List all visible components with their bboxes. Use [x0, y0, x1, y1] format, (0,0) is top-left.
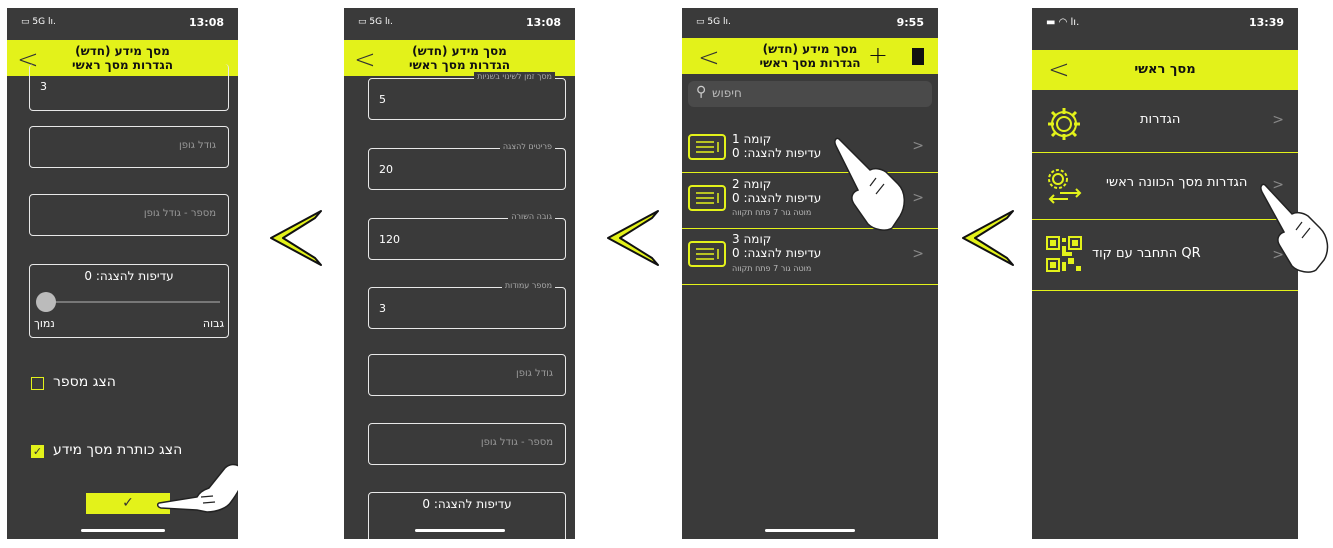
slider-low-label: נמוך: [34, 317, 55, 330]
slider-thumb[interactable]: [36, 292, 56, 312]
carrier-label: ▭ 5G lı.: [696, 17, 731, 27]
field-number-font-size[interactable]: מספר - גודל גופן: [29, 194, 229, 236]
pointing-hand-icon: [834, 137, 905, 231]
header-subtitle: הגדרות מסך ראשי: [409, 58, 510, 72]
chevron-right-icon: >: [912, 190, 924, 206]
list-item[interactable]: קומה 3 עדיפות להצגה: 0 מוטה גור 7 פתח תק…: [682, 229, 938, 285]
clock: 9:55: [896, 16, 924, 29]
step-arrow-icon: [607, 210, 659, 266]
home-indicator: [414, 529, 505, 532]
field-columns[interactable]: 3: [29, 64, 229, 111]
item-address: מוטה גור 7 פתח תקווה: [732, 208, 812, 217]
item-subtitle: עדיפות להצגה: 0: [732, 146, 822, 160]
field-change-time[interactable]: מסך זמן לשינוי בשניות 5: [368, 72, 566, 120]
status-bar: ▭ 5G lı. 13:08: [344, 8, 575, 38]
checkbox-show-number-row[interactable]: הצג מספר: [31, 374, 211, 394]
chevron-right-icon: >: [912, 138, 924, 154]
phone-screen-settings-top: ▭ 5G lı. 13:08 < מסך מידע (חדש) הגדרות מ…: [344, 8, 575, 539]
priority-label: עדיפות להצגה: 0: [422, 497, 512, 511]
phone-screen-settings-bottom: ▭ 5G lı. 13:08 < מסך מידע (חדש) הגדרות מ…: [7, 8, 238, 539]
header-title: מסך מידע (חדש): [762, 42, 858, 56]
carrier-label: ▭ 5G lı.: [358, 17, 393, 27]
display-screen-icon: [688, 241, 726, 267]
field-font-size[interactable]: גודל גופן: [29, 126, 229, 168]
item-subtitle: עדיפות להצגה: 0: [732, 191, 822, 205]
header-bar: < מסך מידע (חדש) הגדרות מסך ראשי: [344, 40, 575, 76]
header-title: מסך ראשי: [1134, 62, 1196, 77]
menu-label: התחבר עם קוד QR: [1092, 246, 1201, 261]
checkbox-checked-icon[interactable]: ✓: [31, 445, 44, 458]
field-number-font-size[interactable]: מספר - גודל גופן: [368, 423, 566, 465]
item-address: מוטה גור 7 פתח תקווה: [732, 264, 812, 273]
display-screen-icon: [688, 185, 726, 211]
status-bar: ▬ ◠ lı. 13:39: [1032, 8, 1298, 38]
qr-code-icon: [1046, 236, 1082, 272]
status-bar: ▭ 5G lı. 13:08: [7, 8, 238, 38]
slider-track[interactable]: [44, 301, 220, 303]
field-items-to-show[interactable]: פריטים להצגה 20: [368, 142, 566, 190]
header-bar: < מסך מידע (חדש) הגדרות מסך ראשי +: [682, 38, 938, 74]
pointing-hand-icon: [157, 463, 238, 513]
gear-arrows-icon: [1048, 169, 1082, 204]
display-screen-icon: [688, 134, 726, 160]
clock: 13:08: [525, 16, 561, 29]
search-icon: ⚲: [696, 84, 707, 100]
item-title: קומה 1: [732, 132, 772, 146]
home-indicator: [765, 529, 855, 532]
menu-label: הגדרות: [1140, 112, 1181, 127]
field-columns[interactable]: מספר עמודות 3: [368, 281, 566, 329]
pointing-hand-icon: [1260, 183, 1329, 273]
clock: 13:39: [1248, 16, 1284, 29]
chevron-right-icon: >: [912, 246, 924, 262]
status-bar: ▭ 5G lı. 9:55: [682, 8, 938, 38]
step-arrow-icon: [962, 210, 1014, 266]
battery-wifi-signal-icon: ▬ ◠ lı.: [1046, 17, 1080, 28]
carrier-label: ▭ 5G lı.: [21, 17, 56, 27]
field-row-height[interactable]: גובה השורה 120: [368, 212, 566, 260]
item-title: קומה 2: [732, 177, 772, 191]
header-bar: < מסך ראשי: [1032, 50, 1298, 90]
clock: 13:08: [188, 16, 224, 29]
checkbox-label: הצג מספר: [53, 374, 116, 390]
priority-label: עדיפות להצגה: 0: [84, 269, 174, 283]
slider-high-label: גבוה: [202, 317, 224, 330]
header-title: מסך מידע (חדש): [412, 44, 507, 58]
phone-screen-floor-list: ▭ 5G lı. 9:55 < מסך מידע (חדש) הגדרות מס…: [682, 8, 938, 539]
trash-icon[interactable]: [912, 48, 924, 65]
gear-icon: [1048, 108, 1080, 140]
search-placeholder: חיפוש: [712, 86, 742, 100]
checkbox-icon[interactable]: [31, 377, 44, 390]
home-indicator: [80, 529, 165, 532]
item-subtitle: עדיפות להצגה: 0: [732, 246, 822, 260]
chevron-right-icon: >: [1272, 112, 1284, 128]
step-arrow-icon: [270, 210, 322, 266]
check-icon: ✓: [122, 495, 134, 511]
search-input[interactable]: ⚲ חיפוש: [688, 81, 932, 107]
add-icon[interactable]: +: [868, 41, 888, 69]
menu-label: הגדרות מסך הכוונה ראשי: [1106, 175, 1248, 190]
header-subtitle: הגדרות מסך ראשי: [759, 56, 861, 70]
field-font-size[interactable]: גודל גופן: [368, 354, 566, 396]
menu-item-settings[interactable]: הגדרות >: [1032, 92, 1298, 153]
item-title: קומה 3: [732, 232, 772, 246]
header-title: מסך מידע (חדש): [75, 44, 170, 58]
priority-slider-box: עדיפות להצגה: 0 נמוך גבוה: [29, 264, 229, 338]
